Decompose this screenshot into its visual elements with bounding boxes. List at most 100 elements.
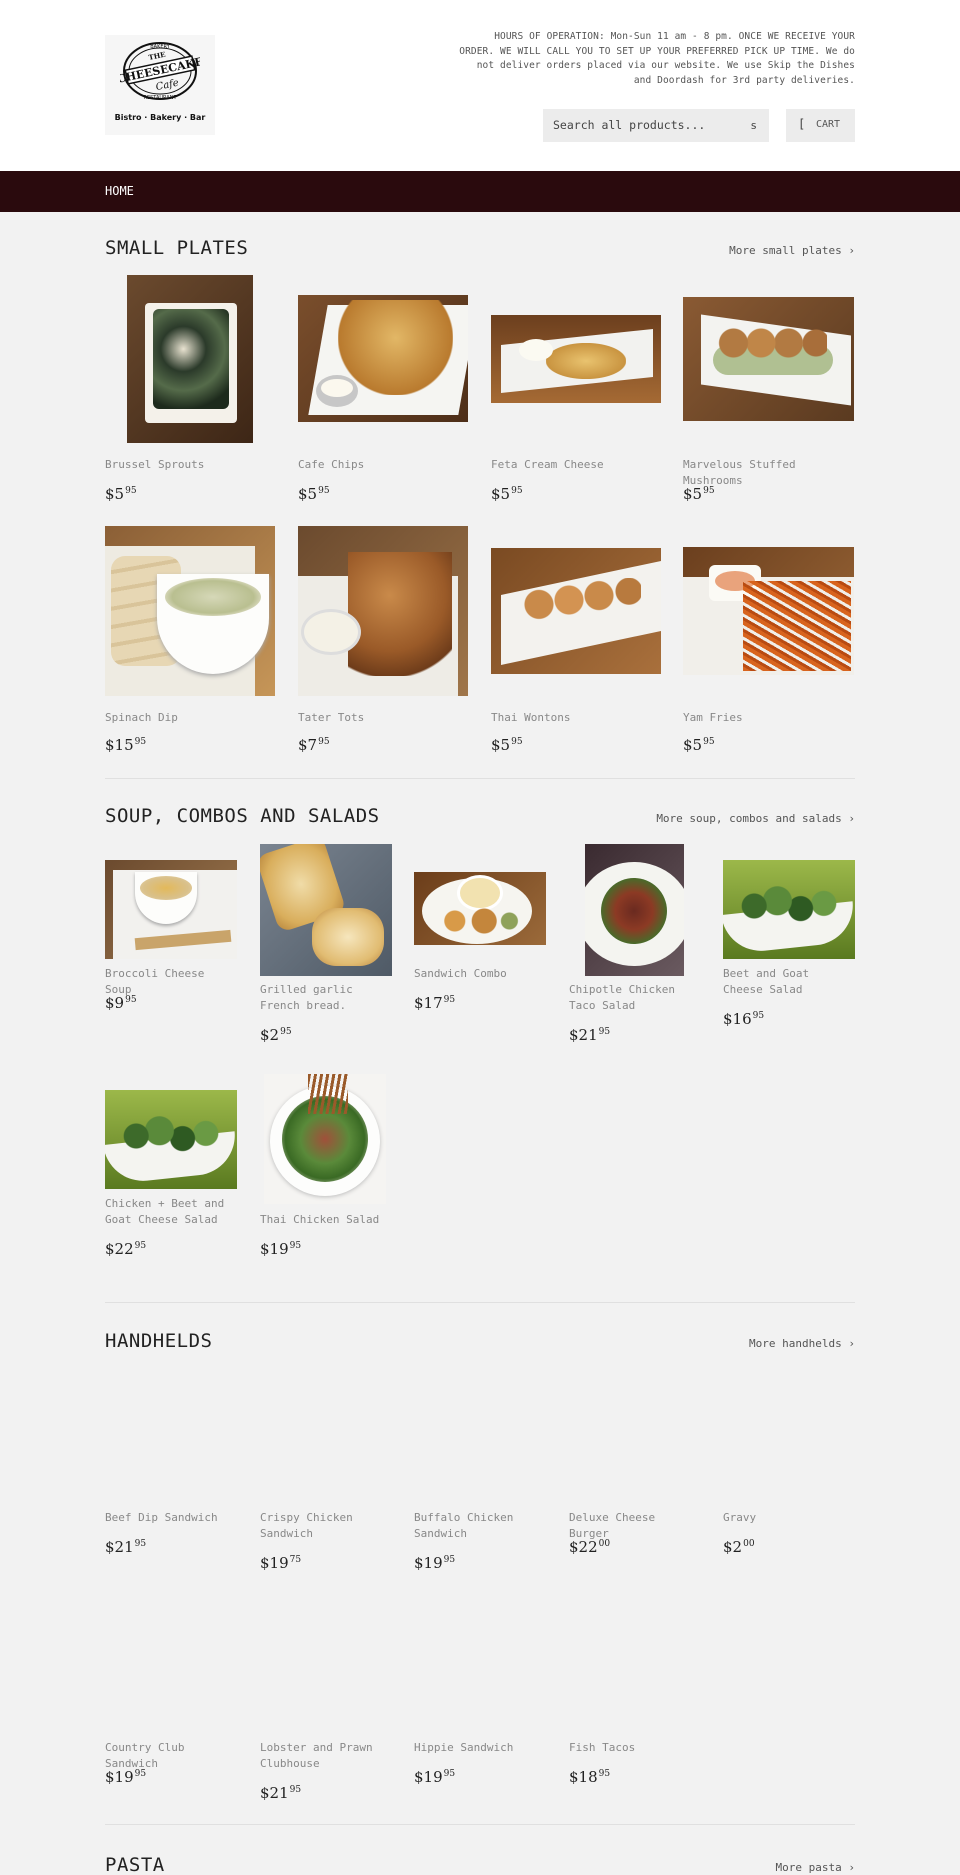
product-price: $1975 [260, 1554, 302, 1572]
more-soup-combos-salads-link[interactable]: More soup, combos and salads › [656, 812, 855, 825]
product-image[interactable] [569, 1598, 701, 1730]
product-image[interactable] [298, 295, 468, 422]
section-handhelds: HANDHELDS More handhelds › Beef Dip Sand… [0, 1306, 960, 1827]
product-image[interactable] [260, 1368, 392, 1500]
product-name[interactable]: Grilled garlic French bread. [260, 982, 392, 1014]
product-name[interactable]: Lobster and Prawn Clubhouse [260, 1740, 392, 1772]
product-image[interactable] [260, 1598, 392, 1730]
product-name[interactable]: Feta Cream Cheese [491, 457, 661, 473]
product-card[interactable]: Sandwich Combo $1795 [414, 844, 546, 1044]
product-card[interactable]: Country Club Sandwich $1995 [105, 1598, 237, 1798]
product-card[interactable]: Fish Tacos $1895 [569, 1598, 701, 1798]
product-name[interactable]: Beet and Goat Cheese Salad [723, 966, 855, 998]
product-card[interactable]: Yam Fries $595 [683, 526, 855, 754]
product-name[interactable]: Cafe Chips [298, 457, 468, 473]
cart-button[interactable]: [ CART [786, 109, 855, 142]
product-price: $200 [723, 1538, 755, 1556]
section-divider [105, 778, 855, 779]
cart-label: CART [816, 119, 841, 130]
product-price: $2195 [105, 1538, 147, 1556]
product-image[interactable] [683, 547, 854, 675]
product-image[interactable] [127, 275, 253, 443]
product-price: $1995 [105, 1768, 147, 1786]
section-divider [105, 1302, 855, 1303]
search-icon[interactable]: s [750, 119, 757, 132]
product-name[interactable]: Yam Fries [683, 710, 855, 726]
product-name[interactable]: Beef Dip Sandwich [105, 1510, 237, 1526]
more-pasta-link[interactable]: More pasta › [776, 1861, 855, 1874]
product-image[interactable] [105, 860, 237, 959]
site-logo[interactable]: CHEESECAKE THE Cafe BAKERY RESTAURANT Bi… [105, 35, 215, 135]
product-card[interactable]: Brussel Sprouts $595 [105, 275, 275, 503]
product-name[interactable]: Crispy Chicken Sandwich [260, 1510, 392, 1542]
hours-of-operation: HOURS OF OPERATION: Mon-Sun 11 am - 8 pm… [459, 31, 855, 86]
product-price: $1795 [414, 994, 456, 1012]
more-handhelds-link[interactable]: More handhelds › [749, 1337, 855, 1350]
product-card[interactable]: Marvelous Stuffed Mushrooms $595 [683, 275, 855, 503]
product-image[interactable] [585, 844, 684, 976]
product-card[interactable]: Deluxe Cheese Burger $2200 [569, 1368, 701, 1568]
product-price: $1995 [414, 1554, 456, 1572]
product-name[interactable]: Fish Tacos [569, 1740, 701, 1756]
more-small-plates-link[interactable]: More small plates › [729, 244, 855, 257]
product-image[interactable] [264, 1074, 386, 1204]
product-image[interactable] [105, 1090, 237, 1189]
product-image[interactable] [260, 844, 392, 976]
product-card[interactable]: Hippie Sandwich $1995 [414, 1598, 546, 1798]
product-name[interactable]: Hippie Sandwich [414, 1740, 546, 1756]
product-name[interactable]: Chipotle Chicken Taco Salad [569, 982, 701, 1014]
product-name[interactable]: Thai Wontons [491, 710, 661, 726]
product-price: $595 [683, 736, 715, 754]
product-card[interactable]: Feta Cream Cheese $595 [491, 275, 661, 503]
product-card[interactable]: Beef Dip Sandwich $2195 [105, 1368, 237, 1568]
section-small-plates: SMALL PLATES More small plates › Brussel… [0, 212, 960, 782]
product-card[interactable]: Cafe Chips $595 [298, 275, 468, 503]
product-name[interactable]: Thai Chicken Salad [260, 1212, 392, 1228]
product-price: $2295 [105, 1240, 147, 1258]
product-name[interactable]: Gravy [723, 1510, 855, 1526]
product-card[interactable]: Thai Chicken Salad $1995 [260, 1074, 392, 1274]
product-card[interactable]: Beet and Goat Cheese Salad $1695 [723, 844, 855, 1044]
product-name[interactable]: Buffalo Chicken Sandwich [414, 1510, 546, 1542]
product-card[interactable]: Broccoli Cheese Soup $995 [105, 844, 237, 1044]
product-price: $2195 [260, 1784, 302, 1802]
section-title: SMALL PLATES [105, 237, 249, 259]
product-card[interactable]: Lobster and Prawn Clubhouse $2195 [260, 1598, 392, 1818]
product-card[interactable]: Spinach Dip $1595 [105, 526, 275, 754]
product-card[interactable]: Crispy Chicken Sandwich $1975 [260, 1368, 392, 1588]
product-card[interactable]: Tater Tots $795 [298, 526, 468, 754]
product-price: $595 [298, 485, 330, 503]
product-image[interactable] [723, 860, 855, 959]
product-name[interactable]: Brussel Sprouts [105, 457, 275, 473]
product-image[interactable] [569, 1368, 701, 1500]
product-image[interactable] [105, 1368, 237, 1500]
product-price: $795 [298, 736, 330, 754]
product-name[interactable]: Spinach Dip [105, 710, 275, 726]
cart-icon: [ [798, 117, 806, 131]
product-card[interactable]: Gravy $200 [723, 1368, 855, 1568]
product-image[interactable] [298, 526, 468, 696]
product-image[interactable] [414, 1368, 546, 1500]
product-price: $2200 [569, 1538, 611, 1556]
product-image[interactable] [105, 1598, 237, 1730]
product-image[interactable] [414, 872, 546, 945]
product-image[interactable] [491, 548, 661, 674]
product-name[interactable]: Tater Tots [298, 710, 468, 726]
search-input[interactable]: Search all products... s [543, 109, 769, 142]
product-image[interactable] [105, 526, 275, 696]
product-card[interactable]: Thai Wontons $595 [491, 526, 661, 754]
product-name[interactable]: Sandwich Combo [414, 966, 546, 982]
product-name[interactable]: Chicken + Beet and Goat Cheese Salad [105, 1196, 237, 1228]
product-price: $1695 [723, 1010, 765, 1028]
nav-item-home[interactable]: HOME [105, 184, 134, 198]
product-card[interactable]: Chicken + Beet and Goat Cheese Salad $22… [105, 1074, 237, 1274]
product-image[interactable] [414, 1598, 546, 1730]
product-image[interactable] [683, 297, 854, 421]
product-image[interactable] [491, 315, 661, 403]
product-card[interactable]: Buffalo Chicken Sandwich $1995 [414, 1368, 546, 1588]
product-card[interactable]: Chipotle Chicken Taco Salad $2195 [569, 844, 701, 1044]
product-card[interactable]: Grilled garlic French bread. $295 [260, 844, 392, 1044]
product-price: $1995 [414, 1768, 456, 1786]
product-image[interactable] [723, 1368, 855, 1500]
product-price: $995 [105, 994, 137, 1012]
